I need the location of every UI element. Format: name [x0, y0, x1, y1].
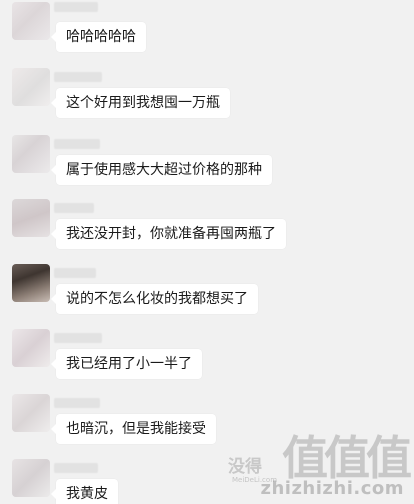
blurred-avatar-image [12, 459, 50, 497]
message-bubble[interactable]: 说的不怎么化妆的我都想买了 [51, 284, 258, 314]
avatar[interactable] [12, 329, 50, 367]
chat-message: 哈哈哈哈哈 [0, 2, 414, 62]
avatar[interactable] [12, 2, 50, 40]
message-bubble[interactable]: 哈哈哈哈哈 [51, 22, 146, 52]
chat-message: 这个好用到我想囤一万瓶 [0, 68, 414, 128]
blurred-avatar-image [12, 199, 50, 237]
chat-message: 属于使用感大大超过价格的那种 [0, 135, 414, 195]
avatar[interactable] [12, 135, 50, 173]
message-bubble[interactable]: 也暗沉，但是我能接受 [51, 414, 216, 444]
blurred-avatar-image [12, 264, 50, 302]
message-bubble[interactable]: 这个好用到我想囤一万瓶 [51, 88, 230, 118]
chat-message: 我还没开封，你就准备再囤两瓶了 [0, 199, 414, 259]
blurred-avatar-image [12, 135, 50, 173]
sender-name-blurred [54, 2, 98, 12]
sender-name-blurred [54, 398, 100, 408]
sender-name-blurred [54, 268, 96, 278]
message-bubble[interactable]: 我已经用了小一半了 [51, 349, 202, 379]
chat-message: 我黄皮 [0, 459, 414, 504]
sender-name-blurred [54, 203, 94, 213]
message-bubble[interactable]: 属于使用感大大超过价格的那种 [51, 155, 272, 185]
sender-name-blurred [54, 463, 98, 473]
chat-message: 我已经用了小一半了 [0, 329, 414, 389]
avatar[interactable] [12, 394, 50, 432]
message-bubble[interactable]: 我黄皮 [51, 479, 118, 504]
blurred-avatar-image [12, 394, 50, 432]
sender-name-blurred [54, 139, 100, 149]
avatar[interactable] [12, 264, 50, 302]
sender-name-blurred [54, 72, 102, 82]
avatar[interactable] [12, 68, 50, 106]
blurred-avatar-image [12, 2, 50, 40]
avatar[interactable] [12, 459, 50, 497]
blurred-avatar-image [12, 329, 50, 367]
avatar[interactable] [12, 199, 50, 237]
message-bubble[interactable]: 我还没开封，你就准备再囤两瓶了 [51, 219, 286, 249]
chat-message: 也暗沉，但是我能接受 [0, 394, 414, 454]
chat-message: 说的不怎么化妆的我都想买了 [0, 264, 414, 324]
chat-window: 哈哈哈哈哈 这个好用到我想囤一万瓶 属于使用感大大超过价格的那种 我还没开封，你… [0, 0, 414, 504]
blurred-avatar-image [12, 68, 50, 106]
sender-name-blurred [54, 333, 102, 343]
